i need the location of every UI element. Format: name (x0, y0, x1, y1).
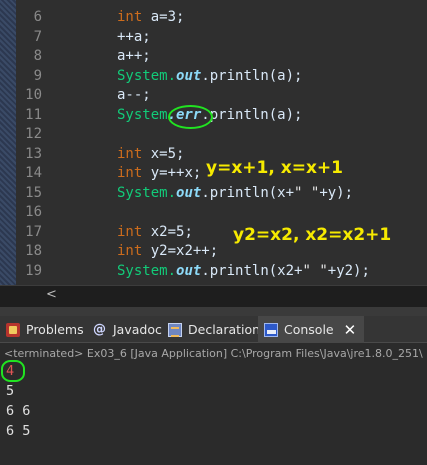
tab-problems[interactable]: Problems (6, 316, 84, 343)
line-number: 19 (25, 262, 42, 279)
panel-separator[interactable] (0, 307, 427, 316)
err-output-highlight-circle (1, 360, 25, 382)
terminated-label: <terminated> Ex03_6 [Java Application] C… (4, 347, 423, 360)
line-number: 10 (25, 87, 42, 103)
console-output-line: 5 (6, 383, 15, 399)
line-number: 7 (33, 28, 42, 45)
class-name: System. (117, 184, 177, 201)
tab-label: Javadoc (113, 322, 162, 337)
line-number: 9 (33, 67, 42, 84)
keyword: int (117, 243, 143, 259)
code-text: .println(a); (201, 67, 303, 84)
class-name: System (117, 106, 168, 123)
horizontal-scrollbar[interactable]: < (0, 285, 427, 307)
err-highlight-circle (168, 105, 213, 129)
line-number: 15 (25, 184, 42, 201)
code-text: +y); (319, 184, 354, 201)
code-text: .println(x+ (201, 184, 295, 201)
string-literal: " " (302, 262, 328, 279)
keyword: int (117, 9, 143, 25)
code-text: y2=x2++; (142, 243, 219, 259)
string-literal: " " (294, 184, 320, 201)
javadoc-icon: @ (93, 321, 106, 337)
console-icon (264, 322, 278, 337)
annotation-prefix-increment: y=x+1, x=x+1 (206, 158, 343, 178)
line-number: 12 (25, 126, 42, 142)
console-output-line: 6 5 (6, 423, 31, 439)
static-field: out (176, 262, 202, 279)
code-text: .println(x2+ (201, 262, 303, 279)
static-field: out (176, 184, 202, 201)
console-output-line: 6 6 (6, 403, 31, 419)
close-icon[interactable]: ✕ (344, 321, 357, 339)
keyword: int (117, 165, 143, 181)
tab-javadoc[interactable]: @ Javadoc (93, 316, 162, 343)
line-number: 17 (25, 223, 42, 240)
static-field: out (176, 67, 202, 84)
code-text: +y2); (327, 262, 370, 279)
code-line-17[interactable]: int x2=5; (117, 223, 193, 243)
code-line-7[interactable]: ++a; (117, 28, 151, 48)
code-editor[interactable]: 6 7 8 9 10 11 12 13 14 15 16 17 18 19 in… (0, 0, 427, 285)
code-text: a--; (117, 87, 151, 103)
class-name: System. (117, 262, 177, 279)
declaration-icon (168, 322, 182, 337)
code-line-15[interactable]: System.out.println(x+" "+y); (117, 184, 353, 204)
tab-declaration[interactable]: Declaration (168, 316, 260, 343)
code-line-9[interactable]: System.out.println(a); (117, 67, 302, 87)
code-line-19[interactable]: System.out.println(x2+" "+y2); (117, 262, 370, 282)
code-line-6[interactable]: int a=3; (117, 8, 184, 28)
console-view[interactable]: <terminated> Ex03_6 [Java Application] C… (0, 344, 427, 465)
tab-console[interactable]: Console ✕ (258, 316, 365, 343)
code-line-10[interactable]: a--; (117, 86, 151, 106)
class-name: System. (117, 67, 177, 84)
scroll-left-arrow-icon[interactable]: < (46, 287, 57, 302)
code-text: x2=5; (142, 223, 193, 240)
code-text: y=++x; (142, 165, 202, 181)
keyword: int (117, 145, 143, 162)
editor-ruler (0, 0, 16, 285)
code-text: a=3; (142, 9, 185, 25)
line-number: 14 (25, 165, 42, 181)
code-line-14[interactable]: int y=++x; (117, 164, 201, 184)
code-text: x=5; (142, 145, 185, 162)
code-text: ++a; (117, 28, 151, 45)
code-text: a++; (117, 48, 151, 64)
line-number: 6 (33, 9, 42, 25)
code-line-18[interactable]: int y2=x2++; (117, 242, 218, 262)
keyword: int (117, 223, 143, 240)
annotation-postfix-increment: y2=x2, x2=x2+1 (233, 225, 392, 245)
code-line-13[interactable]: int x=5; (117, 145, 184, 165)
tab-label: Problems (26, 322, 84, 337)
tab-label: Console (284, 322, 334, 337)
line-number: 18 (25, 243, 42, 259)
code-line-8[interactable]: a++; (117, 47, 151, 67)
line-number: 8 (33, 48, 42, 64)
bottom-panel-tabbar: Problems @ Javadoc Declaration Console ✕ (0, 316, 427, 343)
code-text: .println(a); (201, 106, 303, 123)
problems-icon (6, 322, 20, 337)
line-number: 13 (25, 145, 42, 162)
line-number: 16 (25, 204, 42, 220)
line-number: 11 (25, 106, 42, 123)
tab-label: Declaration (188, 322, 261, 337)
